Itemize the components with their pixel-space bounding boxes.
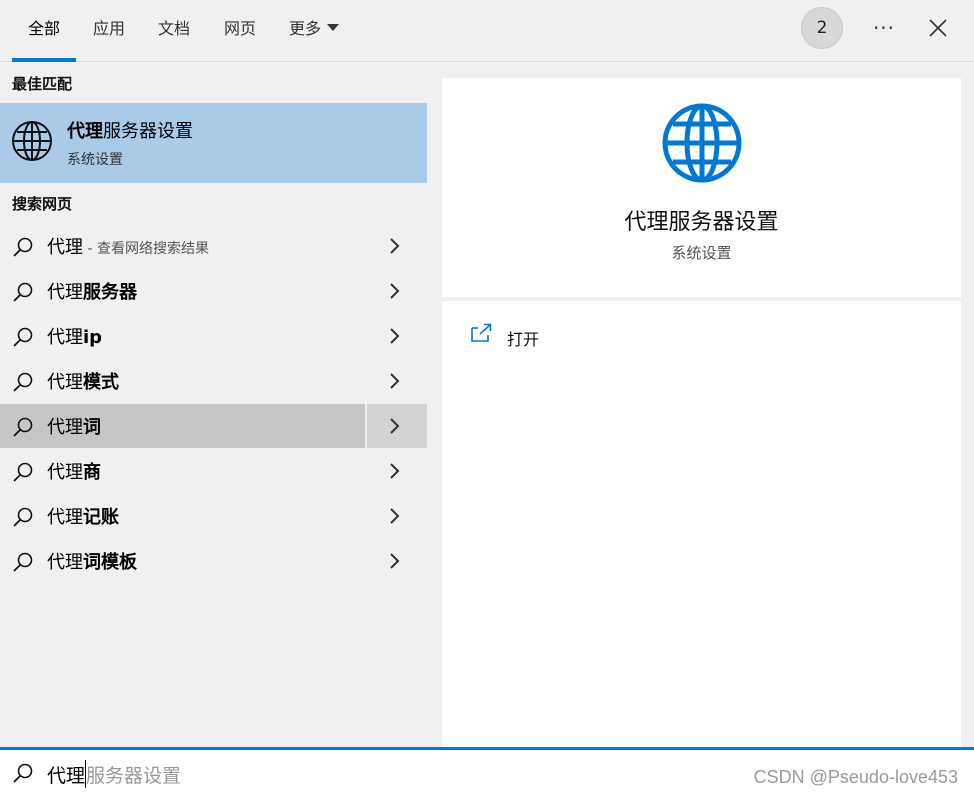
query-completion: 词模板 [83, 552, 137, 573]
web-search-item-label: 代理模式 [47, 368, 119, 394]
search-box[interactable]: 代理 服务器设置 CSDN @Pseudo-love453 [0, 747, 974, 796]
search-icon [13, 417, 33, 437]
web-search-heading: 搜索网页 [12, 195, 73, 213]
chevron-right-icon[interactable] [387, 372, 403, 390]
tab-apps[interactable]: 应用 [93, 0, 125, 62]
close-icon[interactable] [922, 12, 954, 44]
watermark: CSDN @Pseudo-love453 [753, 767, 958, 787]
search-icon [13, 327, 33, 347]
best-match-title-match: 代理 [67, 121, 103, 142]
chevron-right-icon[interactable] [387, 237, 403, 255]
web-search-item[interactable]: 代理记账 [0, 494, 427, 538]
globe-icon [662, 103, 742, 183]
filter-tab-bar: 全部 应用 文档 网页 更多 2 ··· [0, 0, 974, 62]
tab-more-label: 更多 [289, 19, 322, 38]
query-completion: 模式 [83, 372, 119, 393]
open-action-label: 打开 [507, 330, 540, 349]
query-prefix: 代理 [47, 282, 83, 303]
chevron-right-icon[interactable] [387, 282, 403, 300]
search-icon [13, 462, 33, 482]
web-search-item[interactable]: 代理词 [0, 404, 427, 448]
query-completion: 商 [83, 462, 101, 483]
search-icon [13, 282, 33, 302]
caret-down-icon [327, 24, 340, 31]
web-search-item[interactable]: 代理ip [0, 314, 427, 358]
search-input-text[interactable]: 代理 [47, 761, 85, 788]
search-autocomplete-suggestion: 服务器设置 [86, 765, 182, 787]
web-search-item-label: 代理商 [47, 458, 101, 484]
web-search-item[interactable]: 代理词模板 [0, 539, 427, 583]
chevron-right-icon[interactable] [387, 552, 403, 570]
globe-icon [12, 121, 52, 161]
best-match-title-rest: 服务器设置 [103, 121, 193, 142]
search-icon [13, 237, 33, 257]
preview-subtitle: 系统设置 [671, 244, 732, 262]
query-hint: - 查看网络搜索结果 [83, 241, 209, 257]
web-search-item[interactable]: 代理 - 查看网络搜索结果 [0, 224, 427, 268]
web-search-item-label: 代理记账 [47, 503, 119, 529]
tab-all[interactable]: 全部 [12, 0, 76, 62]
best-match-result[interactable]: 代理服务器设置 系统设置 [0, 103, 427, 183]
search-icon [13, 763, 33, 783]
tab-web[interactable]: 网页 [224, 0, 256, 62]
query-prefix: 代理 [47, 237, 83, 258]
search-icon [13, 372, 33, 392]
query-prefix: 代理 [47, 462, 83, 483]
web-search-item[interactable]: 代理服务器 [0, 269, 427, 313]
chevron-right-icon[interactable] [387, 507, 403, 525]
best-match-subtitle: 系统设置 [67, 152, 123, 168]
query-completion: ip [83, 327, 103, 348]
query-prefix: 代理 [47, 327, 83, 348]
query-prefix: 代理 [47, 507, 83, 528]
web-search-item[interactable]: 代理模式 [0, 359, 427, 403]
chevron-right-icon[interactable] [387, 417, 403, 435]
search-icon [13, 507, 33, 527]
tab-more-dropdown[interactable]: 更多 [289, 0, 340, 62]
web-search-item-label: 代理词模板 [47, 548, 137, 574]
query-completion: 记账 [83, 507, 119, 528]
web-search-item-label: 代理ip [47, 323, 102, 349]
tab-documents[interactable]: 文档 [158, 0, 190, 62]
best-match-title: 代理服务器设置 [67, 117, 193, 143]
web-search-item[interactable]: 代理商 [0, 449, 427, 493]
query-prefix: 代理 [47, 417, 83, 438]
web-search-item-label: 代理词 [47, 413, 101, 439]
search-icon [13, 552, 33, 572]
chevron-right-icon[interactable] [387, 462, 403, 480]
best-match-heading: 最佳匹配 [12, 75, 73, 93]
query-prefix: 代理 [47, 372, 83, 393]
web-search-item-label: 代理服务器 [47, 278, 137, 304]
query-completion: 服务器 [83, 282, 137, 303]
rewards-badge[interactable]: 2 [801, 7, 843, 49]
divider [365, 404, 367, 448]
open-external-icon [471, 323, 492, 342]
preview-header: 代理服务器设置 系统设置 [442, 78, 961, 297]
web-search-item-label: 代理 - 查看网络搜索结果 [47, 233, 209, 259]
query-completion: 词 [83, 417, 101, 438]
preview-title: 代理服务器设置 [624, 210, 779, 235]
chevron-right-icon[interactable] [387, 327, 403, 345]
preview-actions: 打开 [442, 301, 961, 747]
more-options-button[interactable]: ··· [866, 12, 902, 44]
query-prefix: 代理 [47, 552, 83, 573]
